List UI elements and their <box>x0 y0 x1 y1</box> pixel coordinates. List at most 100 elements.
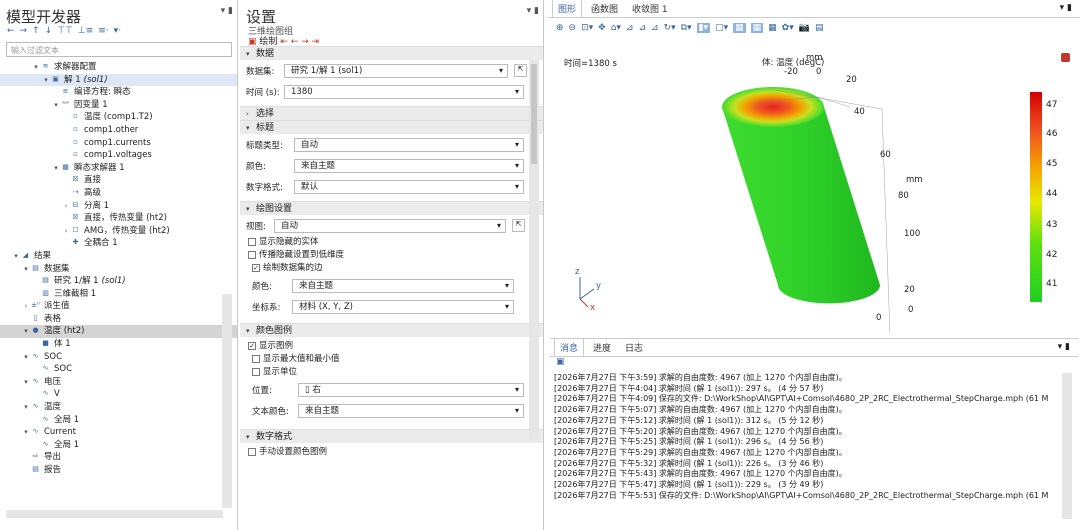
tree-expander-icon[interactable]: ▾ <box>12 250 20 263</box>
time-select[interactable]: 1380 <box>284 84 524 99</box>
show-units-row[interactable]: 显示单位 <box>240 366 543 379</box>
settings-icon[interactable]: ✿▾ <box>782 23 794 33</box>
tree-node[interactable]: ▫ comp1.voltages <box>0 149 237 162</box>
messages-scrollbar[interactable] <box>1062 373 1072 519</box>
toolbar-icon-0[interactable]: ← <box>6 26 16 36</box>
tree-expander-icon[interactable]: › <box>62 225 70 238</box>
tree-node[interactable]: ▾ ʷʷ 因变量 1 <box>0 99 237 112</box>
tree-expander-icon[interactable]: ▾ <box>22 426 30 439</box>
manual-legend-checkbox[interactable] <box>248 447 256 456</box>
tree-node[interactable]: ⇢ 高级 <box>0 187 237 200</box>
toolbar-icon-7[interactable]: ▾· <box>113 26 122 36</box>
tree-expander-icon[interactable]: ▾ <box>52 99 60 112</box>
tree-expander-icon[interactable]: ▾ <box>42 74 50 87</box>
show-maxmin-checkbox[interactable] <box>252 354 260 363</box>
show-hidden-checkbox[interactable] <box>248 237 256 246</box>
frame-select[interactable]: 材料 (X, Y, Z) <box>292 299 514 314</box>
toolbar-icon-3[interactable]: ↓ <box>44 26 54 36</box>
tree-node[interactable]: ▯ 表格 <box>0 313 237 326</box>
messages-tab[interactable]: 消息 <box>554 338 585 356</box>
section-number-format[interactable]: ▾ 数字格式 <box>240 429 543 443</box>
tree-vertical-scrollbar[interactable] <box>222 294 232 508</box>
plot-button[interactable]: 绘制 <box>259 37 277 47</box>
tree-node[interactable]: ▾ ▤ 数据集 <box>0 263 237 276</box>
export-icon[interactable] <box>1061 53 1070 62</box>
tree-node[interactable]: ☒ 直接，传热变量 (ht2) <box>0 212 237 225</box>
next-frame-icon[interactable]: → <box>301 37 309 47</box>
tree-expander-icon[interactable]: ▾ <box>32 61 40 74</box>
show-legend-checkbox[interactable]: ✓ <box>248 341 256 350</box>
first-frame-icon[interactable]: ⇤ <box>280 37 288 47</box>
tree-horizontal-scrollbar[interactable] <box>6 510 223 518</box>
section-color-legend[interactable]: ▾ 颜色图例 <box>240 323 543 337</box>
last-frame-icon[interactable]: ⇥ <box>312 37 320 47</box>
tree-expander-icon[interactable]: ▾ <box>22 376 30 389</box>
tree-node[interactable]: ⇨ 导出 <box>0 451 237 464</box>
tree-node[interactable]: ▾ ▦ 瞬态求解器 1 <box>0 162 237 175</box>
messages-tab[interactable]: 进度 <box>588 339 616 356</box>
manual-legend-row[interactable]: 手动设置颜色图例 <box>240 446 543 459</box>
prev-frame-icon[interactable]: ← <box>291 37 299 47</box>
zoom-in-icon[interactable]: ⊕ <box>556 23 564 33</box>
tree-node[interactable]: › ±⁰ 派生值 <box>0 300 237 313</box>
toolbar-icon-2[interactable]: ↑ <box>31 26 41 36</box>
tree-node[interactable]: ▾ ∿ Current <box>0 426 237 439</box>
messages-tab[interactable]: 日志 <box>620 339 648 356</box>
graphics-tab[interactable]: 图形 <box>552 0 583 17</box>
view-yz-icon[interactable]: ⊿ <box>638 23 646 33</box>
tree-node[interactable]: ▾ ∿ 温度 <box>0 401 237 414</box>
tree-node[interactable]: ✚ 全耦合 1 <box>0 237 237 250</box>
show-hidden-row[interactable]: 显示隐藏的实体 <box>240 236 543 249</box>
show-maxmin-row[interactable]: 显示最大值和最小值 <box>240 353 543 366</box>
propagate-row[interactable]: 传播隐藏设置到低维度 <box>240 249 543 262</box>
messages-pin-icon[interactable]: ▾ ▮ <box>1058 342 1070 352</box>
tree-node[interactable]: ▾ ● 温度 (ht2) <box>0 325 237 339</box>
tree-node[interactable]: ▫ 温度 (comp1.T2) <box>0 111 237 124</box>
tree-node[interactable]: ▾ ▣ 解 1 (sol1) <box>0 73 237 87</box>
toolbar-icon-4[interactable]: ⊤⊤ <box>56 26 74 36</box>
tree-node[interactable]: ▾ ≋ 求解器配置 <box>0 61 237 74</box>
zoom-out-icon[interactable]: ⊖ <box>569 23 577 33</box>
tree-node[interactable]: ▫ comp1.other <box>0 124 237 137</box>
tree-node[interactable]: ▤ 研究 1/解 1 (sol1) <box>0 275 237 288</box>
settings-scrollbar[interactable] <box>529 60 539 440</box>
title-type-select[interactable]: 自动 <box>294 137 524 152</box>
tree-expander-icon[interactable]: › <box>62 200 70 213</box>
dataset-edges-checkbox[interactable]: ✓ <box>252 263 260 272</box>
number-format-select[interactable]: 默认 <box>294 179 524 194</box>
transparency-icon[interactable]: ▢▾ <box>715 23 728 33</box>
tree-node[interactable]: ▤ 报告 <box>0 464 237 477</box>
plot-icon[interactable]: ▣ <box>248 37 257 47</box>
tree-expander-icon[interactable]: ▾ <box>22 263 30 276</box>
tree-expander-icon[interactable]: › <box>22 300 30 313</box>
position-select[interactable]: ▯ 右 <box>298 382 524 397</box>
section-selection[interactable]: › 选择 <box>240 106 543 120</box>
settings-pin-icon[interactable]: ▾ ▮ <box>527 6 539 16</box>
tree-expander-icon[interactable]: ▾ <box>22 401 30 414</box>
show-legend-row[interactable]: ✓ 显示图例 <box>240 340 543 353</box>
tree-node[interactable]: › ☐ AMG，传热变量 (ht2) <box>0 225 237 238</box>
tree-expander-icon[interactable]: ▾ <box>22 325 30 338</box>
tree-node[interactable]: ■ 体 1 <box>0 338 237 351</box>
graphics-canvas[interactable]: 时间=1380 s 体: 温度 (degC) mm -20 0 20 40 60… <box>550 45 1078 333</box>
view-select[interactable]: 自动 <box>274 218 506 233</box>
tree-node[interactable]: ▾ ∿ 电压 <box>0 376 237 389</box>
tree-node[interactable]: ▾ ◢ 结果 <box>0 250 237 263</box>
panel-pin-icon[interactable]: ▾ ▮ <box>221 6 233 16</box>
go-to-view-icon[interactable]: ⇱ <box>512 219 525 232</box>
toolbar-icon-1[interactable]: → <box>19 26 29 36</box>
show-units-checkbox[interactable] <box>252 367 260 376</box>
text-color-select[interactable]: 来自主题 <box>298 403 524 418</box>
tree-node[interactable]: ☒ 直接 <box>0 174 237 187</box>
snapshot-icon[interactable]: 📷 <box>799 23 810 33</box>
graphics-pin-icon[interactable]: ▾ ▮ <box>1060 3 1072 13</box>
tree-node[interactable]: ▾ ∿ SOC <box>0 351 237 364</box>
go-to-source-icon[interactable]: ⇱ <box>514 64 527 77</box>
zoom-extents-icon[interactable]: ✥ <box>598 23 606 33</box>
edge-color-select[interactable]: 来自主题 <box>292 278 514 293</box>
section-plot-settings[interactable]: ▾ 绘图设置 <box>240 201 543 215</box>
tree-node[interactable]: ▫ comp1.currents <box>0 137 237 150</box>
dataset-select[interactable]: 研究 1/解 1 (sol1) <box>284 63 508 78</box>
tree-node[interactable]: ∿ V <box>0 388 237 401</box>
view-zx-icon[interactable]: ⊿ <box>651 23 659 33</box>
